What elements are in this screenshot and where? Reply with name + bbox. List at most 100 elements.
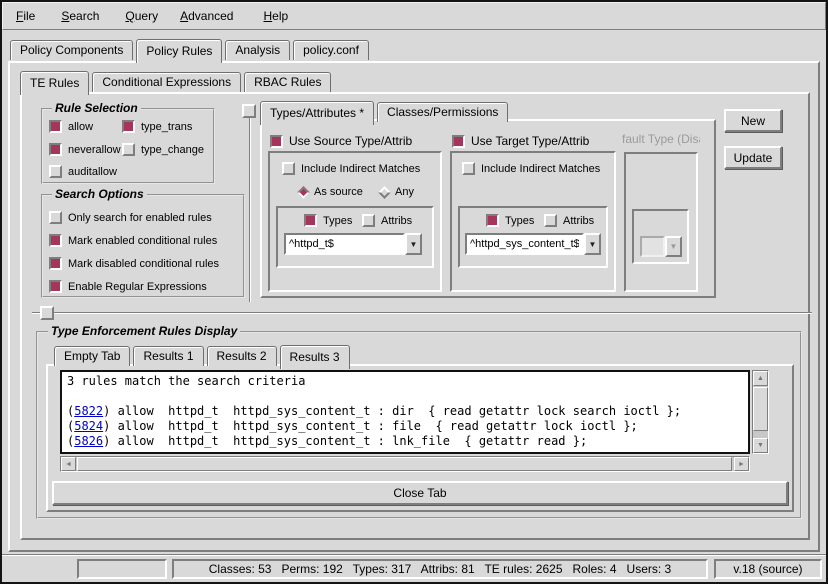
results-vscrollbar[interactable]: ▲ ▼ (752, 370, 769, 454)
checkbox-only-enabled[interactable]: Only search for enabled rules (49, 211, 212, 224)
results-hscrollbar[interactable]: ◄ ► (60, 456, 750, 472)
checkbox-source-indirect[interactable]: Include Indirect Matches (282, 162, 420, 175)
tab-types-attributes[interactable]: Types/Attributes * (260, 101, 374, 125)
tab-analysis[interactable]: Analysis (225, 40, 290, 60)
target-type-combobox: ▼ (465, 233, 601, 255)
checkbox-label: Enable Regular Expressions (68, 281, 207, 293)
checkbox-box[interactable] (270, 135, 283, 148)
tab-results-2[interactable]: Results 2 (207, 346, 277, 366)
tab-policy-components[interactable]: Policy Components (10, 40, 133, 60)
checkbox-target-attribs[interactable]: Attribs (544, 214, 594, 227)
checkbox-box[interactable] (122, 143, 135, 156)
checkbox-target-types[interactable]: Types (486, 214, 534, 227)
chevron-down-icon[interactable]: ▼ (405, 233, 422, 255)
checkbox-box[interactable] (49, 211, 62, 224)
radio-label: Any (395, 186, 414, 198)
menu-advanced[interactable]: Advanced (175, 7, 238, 25)
checkbox-box[interactable] (304, 214, 317, 227)
checkbox-label: Attribs (563, 215, 594, 227)
checkbox-type-trans[interactable]: type_trans (122, 120, 192, 133)
tab-conditional-expressions[interactable]: Conditional Expressions (92, 72, 241, 92)
rule-id-link[interactable]: 5822 (74, 404, 103, 418)
results-text-area[interactable]: 3 rules match the search criteria (5822)… (60, 370, 750, 454)
tab-empty[interactable]: Empty Tab (54, 346, 130, 366)
checkbox-box[interactable] (462, 162, 475, 175)
vscroll-thumb[interactable] (753, 387, 768, 431)
close-tab-button[interactable]: Close Tab (52, 481, 788, 505)
tab-policy-conf[interactable]: policy.conf (293, 40, 369, 60)
checkbox-box[interactable] (282, 162, 295, 175)
checkbox-label: Mark disabled conditional rules (68, 258, 219, 270)
checkbox-box[interactable] (49, 120, 62, 133)
checkbox-label: Mark enabled conditional rules (68, 235, 217, 247)
rule-id-link[interactable]: 5826 (74, 434, 103, 448)
checkbox-box[interactable] (49, 280, 62, 293)
checkbox-regex[interactable]: Enable Regular Expressions (49, 280, 207, 293)
tab-rbac-rules[interactable]: RBAC Rules (244, 72, 331, 92)
menu-help[interactable]: Help (258, 7, 293, 25)
rule-id-link[interactable]: 5824 (74, 419, 103, 433)
checkbox-box[interactable] (122, 120, 135, 133)
checkbox-box[interactable] (452, 135, 465, 148)
scroll-down-icon[interactable]: ▼ (753, 438, 768, 453)
vertical-sash-handle[interactable] (242, 104, 256, 118)
menu-search[interactable]: Search (56, 7, 104, 25)
new-button[interactable]: New (724, 109, 782, 132)
target-type-input[interactable] (465, 233, 584, 255)
chevron-down-icon[interactable]: ▼ (584, 233, 601, 255)
radio-as-source[interactable]: As source (299, 186, 363, 198)
source-type-combobox: ▼ (284, 233, 422, 255)
checkbox-mark-disabled[interactable]: Mark disabled conditional rules (49, 257, 219, 270)
hscroll-thumb[interactable] (77, 457, 732, 471)
checkbox-box[interactable] (49, 165, 62, 178)
vertical-sash[interactable] (249, 104, 251, 302)
checkbox-label: type_change (141, 144, 204, 156)
checkbox-box[interactable] (49, 257, 62, 270)
checkbox-use-target[interactable]: Use Target Type/Attrib (452, 134, 589, 148)
tab-policy-rules[interactable]: Policy Rules (136, 39, 222, 63)
checkbox-box[interactable] (49, 234, 62, 247)
menu-query[interactable]: Query (120, 7, 163, 25)
menu-file[interactable]: File (11, 7, 40, 25)
horizontal-sash-handle[interactable] (40, 306, 54, 320)
checkbox-use-source[interactable]: Use Source Type/Attrib (270, 134, 412, 148)
scroll-up-icon[interactable]: ▲ (753, 371, 768, 386)
checkbox-type-change[interactable]: type_change (122, 143, 204, 156)
checkbox-label: Types (323, 215, 352, 227)
checkbox-box[interactable] (544, 214, 557, 227)
checkbox-mark-enabled[interactable]: Mark enabled conditional rules (49, 234, 217, 247)
tab-results-1[interactable]: Results 1 (133, 346, 203, 366)
source-type-input[interactable] (284, 233, 405, 255)
checkbox-source-attribs[interactable]: Attribs (362, 214, 412, 227)
ta-tab-bar: Types/Attributes * Classes/Permissions (260, 101, 508, 122)
checkbox-neverallow[interactable]: neverallow (49, 143, 121, 156)
default-type-combobox: ▼ (640, 236, 682, 257)
rules-tab-bar: TE Rules Conditional Expressions RBAC Ru… (20, 71, 331, 92)
main-tab-bar: Policy Components Policy Rules Analysis … (10, 39, 369, 60)
checkbox-label: allow (68, 121, 93, 133)
checkbox-label: Include Indirect Matches (481, 163, 600, 175)
checkbox-allow[interactable]: allow (49, 120, 93, 133)
radio-any[interactable]: Any (380, 186, 414, 198)
tab-results-3[interactable]: Results 3 (280, 345, 350, 369)
checkbox-box[interactable] (486, 214, 499, 227)
update-button[interactable]: Update (724, 146, 782, 169)
scroll-left-icon[interactable]: ◄ (61, 457, 76, 471)
menu-bar: File Search Query Advanced Help (2, 2, 826, 30)
checkbox-auditallow[interactable]: auditallow (49, 165, 117, 178)
radio-dot[interactable] (378, 186, 391, 199)
scroll-right-icon[interactable]: ► (734, 457, 749, 471)
results-group-title: Type Enforcement Rules Display (48, 324, 240, 338)
checkbox-label: Attribs (381, 215, 412, 227)
tab-te-rules[interactable]: TE Rules (20, 71, 89, 95)
checkbox-target-indirect[interactable]: Include Indirect Matches (462, 162, 600, 175)
checkbox-source-types[interactable]: Types (304, 214, 352, 227)
tab-classes-permissions[interactable]: Classes/Permissions (377, 102, 508, 122)
horizontal-sash[interactable] (32, 312, 812, 314)
radio-dot[interactable] (297, 186, 310, 199)
checkbox-box[interactable] (362, 214, 375, 227)
default-type-input (640, 236, 665, 257)
radio-label: As source (314, 186, 363, 198)
checkbox-label: type_trans (141, 121, 192, 133)
checkbox-box[interactable] (49, 143, 62, 156)
